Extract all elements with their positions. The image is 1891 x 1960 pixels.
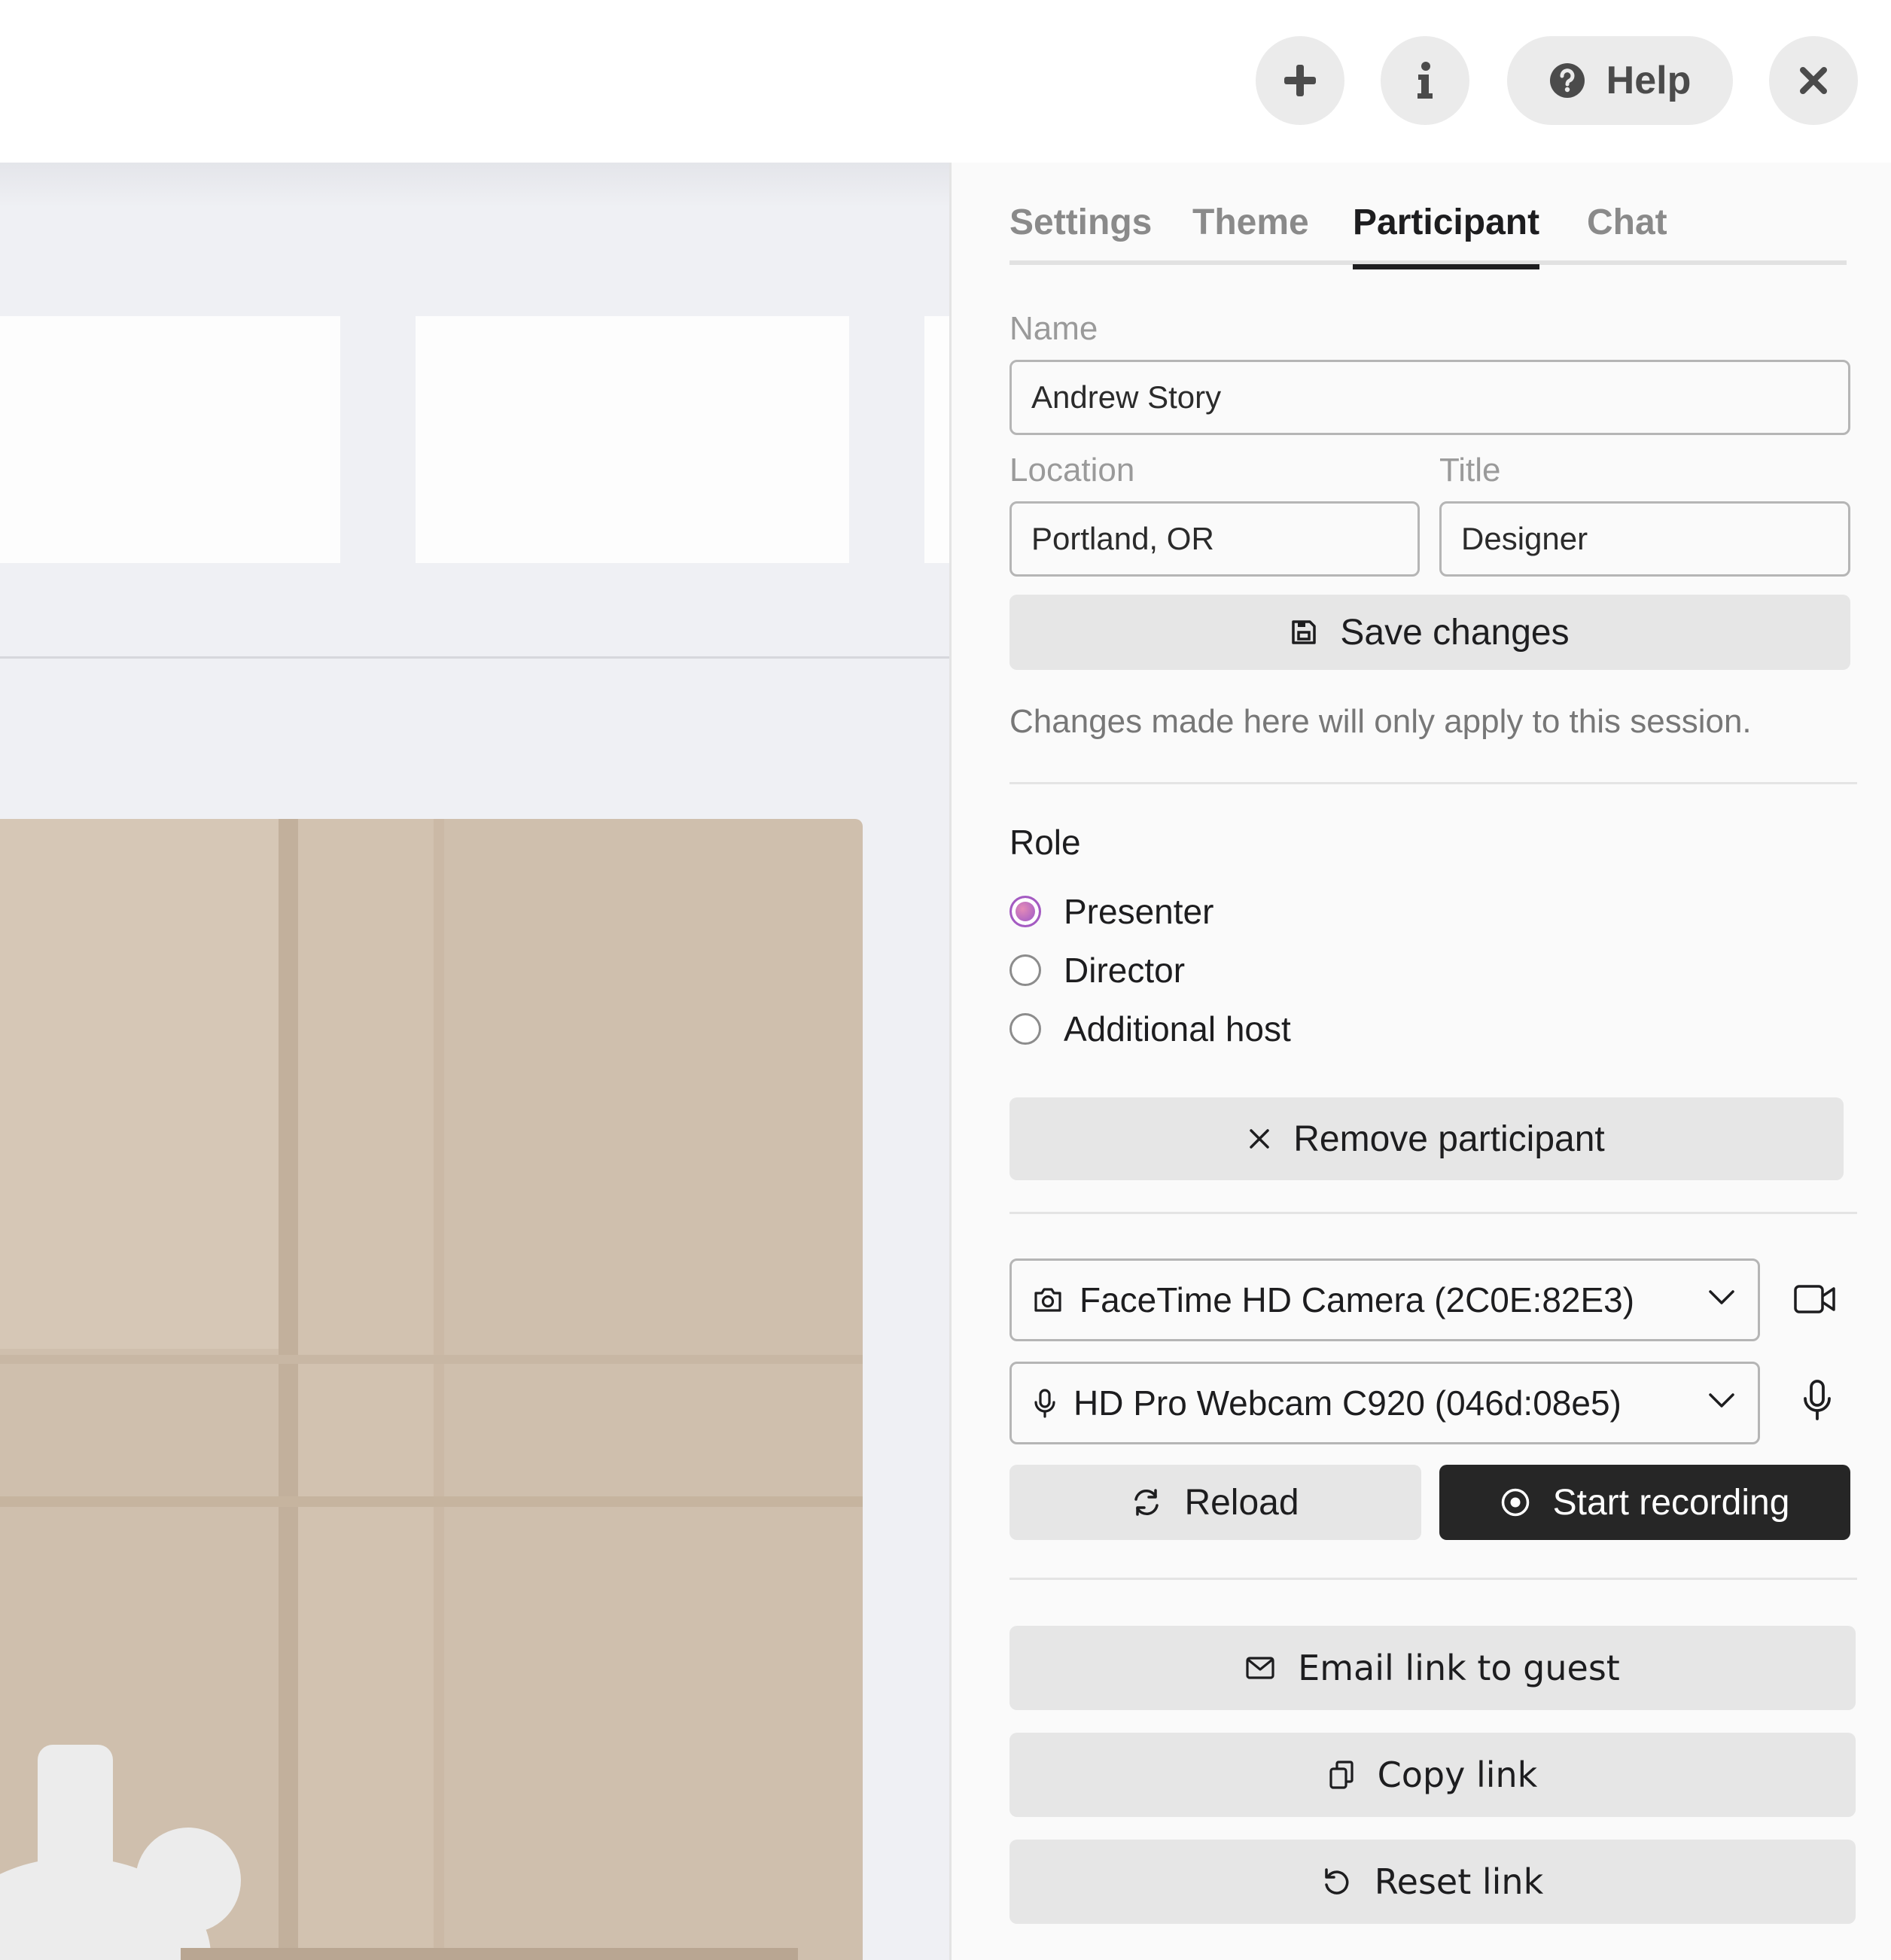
radio-presenter[interactable]	[1009, 896, 1041, 927]
section-divider	[1009, 782, 1857, 784]
chevron-down-icon	[1709, 1393, 1734, 1408]
close-icon	[1800, 67, 1827, 94]
video-background	[181, 1948, 798, 1960]
reload-button[interactable]: Reload	[1009, 1465, 1421, 1540]
copy-icon	[1329, 1761, 1354, 1789]
plus-icon	[1284, 65, 1316, 96]
question-circle-icon	[1549, 63, 1585, 98]
stage-divider	[0, 656, 949, 659]
role-option-director[interactable]: Director	[1009, 950, 1185, 991]
copy-link-label: Copy link	[1377, 1755, 1538, 1795]
microphone-icon	[1034, 1389, 1055, 1418]
tab-settings[interactable]: Settings	[1009, 202, 1152, 265]
name-input[interactable]: Andrew Story	[1009, 360, 1850, 435]
remove-participant-label: Remove participant	[1293, 1118, 1605, 1159]
video-toggle-button[interactable]	[1793, 1283, 1837, 1319]
stage-area	[0, 163, 949, 1960]
location-input[interactable]: Portland, OR	[1009, 501, 1420, 577]
role-option-label: Director	[1064, 951, 1186, 990]
help-label: Help	[1606, 59, 1692, 102]
remove-participant-button[interactable]: Remove participant	[1009, 1097, 1844, 1180]
video-background	[298, 819, 434, 1960]
radio-director[interactable]	[1009, 954, 1041, 986]
video-background	[0, 1355, 863, 1364]
mic-toggle-button[interactable]	[1802, 1379, 1832, 1425]
section-divider	[1009, 1578, 1857, 1580]
layout-thumbnail[interactable]	[0, 316, 340, 563]
tab-participant[interactable]: Participant	[1353, 202, 1540, 269]
panel-tabs: Settings Theme Participant Chat	[1009, 202, 1847, 269]
microphone-select-value: HD Pro Webcam C920 (046d:08e5)	[1073, 1383, 1622, 1423]
role-heading: Role	[1009, 823, 1081, 862]
info-button[interactable]	[1381, 36, 1469, 125]
video-background	[0, 1496, 863, 1507]
undo-icon	[1325, 1868, 1349, 1895]
add-button[interactable]	[1256, 36, 1344, 125]
title-label: Title	[1439, 452, 1501, 488]
radio-additional-host[interactable]	[1009, 1013, 1041, 1045]
participant-video	[0, 819, 863, 1960]
chevron-down-icon	[1709, 1290, 1734, 1304]
start-recording-button[interactable]: Start recording	[1439, 1465, 1850, 1540]
reset-link-label: Reset link	[1374, 1861, 1544, 1902]
reload-label: Reload	[1184, 1482, 1299, 1523]
camera-icon	[1034, 1288, 1061, 1312]
role-option-presenter[interactable]: Presenter	[1009, 891, 1213, 932]
top-bar: Help	[0, 0, 1891, 163]
camera-select-value: FaceTime HD Camera (2C0E:82E3)	[1079, 1280, 1635, 1319]
close-button[interactable]	[1769, 36, 1858, 125]
role-option-label: Additional host	[1064, 1009, 1291, 1048]
stage-shadow	[0, 163, 949, 208]
video-background	[434, 819, 444, 1960]
microphone-select[interactable]: HD Pro Webcam C920 (046d:08e5)	[1009, 1362, 1760, 1444]
reset-link-button[interactable]: Reset link	[1009, 1840, 1856, 1924]
start-recording-label: Start recording	[1552, 1482, 1790, 1523]
info-icon	[1417, 62, 1433, 99]
role-option-additional-host[interactable]: Additional host	[1009, 1009, 1291, 1049]
video-background	[279, 819, 298, 1960]
layout-thumbnail[interactable]	[924, 316, 949, 563]
x-icon	[1250, 1129, 1269, 1149]
envelope-icon	[1246, 1657, 1274, 1679]
save-changes-label: Save changes	[1340, 612, 1570, 653]
tab-theme[interactable]: Theme	[1192, 202, 1309, 265]
record-icon	[1501, 1488, 1529, 1517]
save-changes-button[interactable]: Save changes	[1009, 595, 1850, 670]
role-option-label: Presenter	[1064, 892, 1214, 931]
layout-thumbnail[interactable]	[416, 316, 849, 563]
video-camera-icon	[1794, 1285, 1835, 1313]
title-input[interactable]: Designer	[1439, 501, 1850, 577]
email-link-button[interactable]: Email link to guest	[1009, 1626, 1856, 1710]
camera-select[interactable]: FaceTime HD Camera (2C0E:82E3)	[1009, 1258, 1760, 1341]
save-icon	[1292, 620, 1317, 644]
video-background	[0, 819, 279, 1349]
location-label: Location	[1009, 452, 1135, 488]
tab-chat[interactable]: Chat	[1587, 202, 1667, 265]
microphone-icon	[1804, 1380, 1831, 1420]
section-divider	[1009, 1212, 1857, 1214]
help-button[interactable]: Help	[1507, 36, 1733, 125]
email-link-label: Email link to guest	[1298, 1648, 1620, 1688]
participant-panel: Settings Theme Participant Chat Name And…	[949, 163, 1891, 1960]
refresh-icon	[1134, 1489, 1159, 1516]
copy-link-button[interactable]: Copy link	[1009, 1733, 1856, 1817]
session-note: Changes made here will only apply to thi…	[1009, 703, 1752, 740]
name-label: Name	[1009, 310, 1098, 347]
